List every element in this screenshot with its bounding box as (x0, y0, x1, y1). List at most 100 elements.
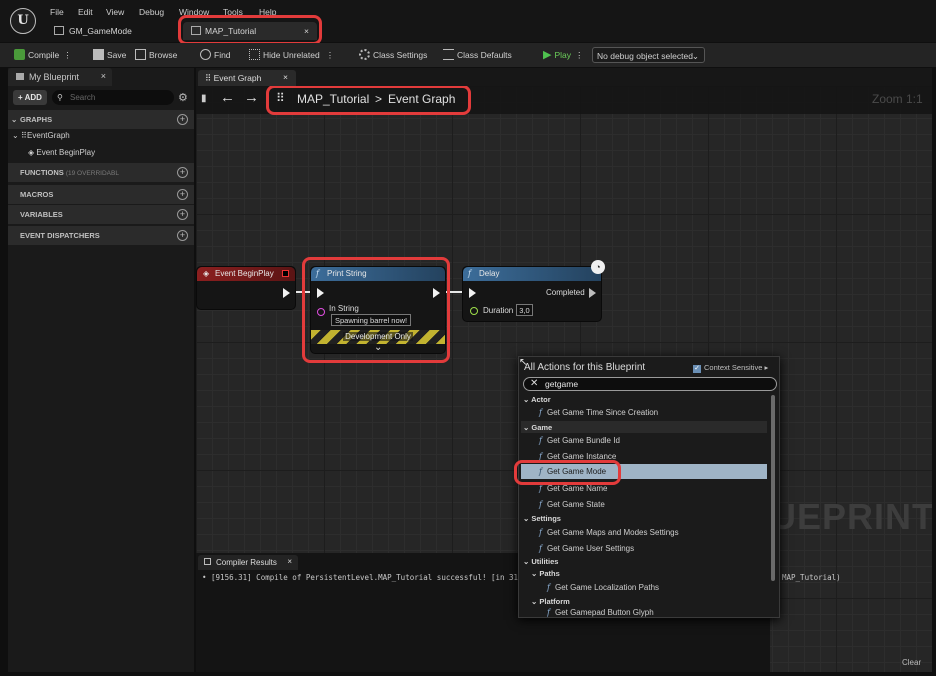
menu-help[interactable]: Help (259, 7, 276, 17)
checkbox-checked-icon[interactable]: ✓ (693, 365, 701, 373)
class-defaults-button[interactable]: Class Defaults (443, 47, 512, 63)
completed-exec-pin[interactable] (589, 288, 596, 298)
variables-label: VARIABLES (20, 210, 63, 219)
action-item[interactable]: f Get Game User Settings (539, 544, 634, 553)
group-utilities[interactable]: ⌄ Utilities (523, 557, 558, 566)
debug-object-select[interactable]: No debug object selected ⌄ (592, 47, 705, 63)
event-begin-play-item[interactable]: ◈ Event BeginPlay (28, 148, 95, 157)
menu-tools[interactable]: Tools (223, 7, 243, 17)
function-icon: f (539, 484, 542, 493)
chevron-down-icon: ⌄ (11, 115, 18, 124)
graph-tab-bar: ⠿ Event Graph × (196, 68, 932, 86)
context-sensitive-toggle[interactable]: ✓ Context Sensitive ▸ (693, 363, 768, 373)
action-item[interactable]: f Get Game Time Since Creation (539, 408, 658, 417)
hide-unrelated-button[interactable]: Hide Unrelated ⋮ (249, 47, 334, 63)
action-item[interactable]: f Get Game State (539, 500, 605, 509)
browse-button[interactable]: Browse (135, 47, 177, 63)
development-only-label: Development Only (343, 332, 413, 341)
close-tab-icon[interactable]: × (101, 71, 106, 81)
graphs-label: GRAPHS (20, 115, 53, 124)
print-string-node[interactable]: f Print String In String Spawning barrel … (310, 266, 446, 354)
menu-edit[interactable]: Edit (78, 7, 93, 17)
exec-in-pin[interactable] (469, 288, 476, 298)
find-button[interactable]: Find (200, 47, 231, 63)
search-placeholder: Search (70, 93, 96, 102)
action-search-input[interactable]: ✕ getgame (523, 377, 777, 391)
exec-out-pin[interactable] (433, 288, 440, 298)
action-item[interactable]: f Get Game Bundle Id (539, 436, 620, 445)
string-pin-icon[interactable] (317, 308, 325, 316)
group-game[interactable]: ⌄ Game (523, 423, 552, 432)
functions-section[interactable]: FUNCTIONS (19 OVERRIDABL + (8, 163, 194, 182)
group-platform[interactable]: ⌄ Platform (531, 597, 570, 606)
event-graph-tab[interactable]: ⠿ Event Graph × (198, 70, 296, 86)
event-dispatchers-section[interactable]: EVENT DISPATCHERS + (8, 226, 194, 245)
close-tab-icon[interactable]: × (287, 557, 292, 566)
function-icon: f (539, 544, 542, 553)
in-string-input[interactable]: Spawning barrel now! (331, 314, 412, 326)
function-icon: f (539, 467, 542, 476)
event-icon: ◈ (203, 269, 210, 278)
function-icon: f (547, 608, 550, 617)
action-list-scrollbar[interactable] (771, 395, 775, 581)
variables-section[interactable]: VARIABLES + (8, 205, 194, 224)
chevron-right-icon: ▸ (764, 363, 769, 372)
group-paths[interactable]: ⌄ Paths (531, 569, 560, 578)
close-tab-icon[interactable]: × (283, 72, 288, 82)
class-settings-button[interactable]: Class Settings (359, 47, 427, 63)
play-button[interactable]: ▶ Play ⋮ (543, 47, 584, 63)
unreal-logo-icon[interactable]: U (10, 8, 36, 34)
macros-section[interactable]: MACROS + (8, 185, 194, 204)
add-graph-icon[interactable]: + (177, 114, 188, 125)
action-item-selected[interactable]: f Get Game Mode (539, 467, 606, 476)
settings-gear-icon[interactable]: ⚙ (178, 91, 188, 104)
menu-file[interactable]: File (50, 7, 64, 17)
clear-button[interactable]: Clear (902, 658, 921, 667)
group-label: Actor (531, 395, 551, 404)
search-input[interactable]: ⚲ Search (52, 90, 174, 105)
action-item[interactable]: f Get Game Maps and Modes Settings (539, 528, 679, 537)
doc-tab-map-tutorial[interactable]: MAP_Tutorial × (183, 22, 317, 40)
delay-node[interactable]: f Delay ◔ Completed Duration 3,0 (462, 260, 605, 322)
compile-button[interactable]: Compile ⋮ (14, 47, 72, 63)
save-button[interactable]: Save (93, 47, 126, 63)
my-blueprint-tab-label: My Blueprint (29, 72, 80, 82)
add-dispatcher-icon[interactable]: + (177, 230, 188, 241)
function-icon: f (539, 436, 542, 445)
expand-chevron-icon[interactable]: ⌄ (374, 342, 382, 353)
exec-out-pin[interactable] (283, 288, 290, 298)
action-item[interactable]: f Get Game Localization Paths (547, 583, 659, 592)
group-settings[interactable]: ⌄ Settings (523, 514, 561, 523)
play-options-icon[interactable]: ⋮ (575, 50, 584, 60)
event-graph-item[interactable]: ⌄ ⠿ EventGraph (12, 131, 70, 140)
action-item[interactable]: f Get Game Name (539, 484, 607, 493)
add-button[interactable]: + ADD (13, 90, 47, 105)
menu-view[interactable]: View (106, 7, 124, 17)
exec-in-pin[interactable] (317, 288, 324, 298)
doc-tab-gm-gamemode[interactable]: GM_GameMode (54, 22, 164, 40)
add-macro-icon[interactable]: + (177, 189, 188, 200)
clear-search-icon[interactable]: ✕ (530, 378, 538, 390)
delegate-pin-icon[interactable] (282, 270, 289, 277)
event-graph-tab-label: Event Graph (213, 73, 262, 83)
event-begin-play-node[interactable]: ◈ Event BeginPlay (196, 266, 296, 310)
my-blueprint-tab[interactable]: My Blueprint × (8, 68, 112, 86)
duration-input[interactable]: 3,0 (516, 304, 533, 316)
group-actor[interactable]: ⌄ Actor (523, 395, 551, 404)
action-item-partial[interactable]: f Get Gamepad Button Glyph (547, 608, 654, 617)
compiler-results-tab[interactable]: Compiler Results × (198, 555, 298, 570)
function-icon: f (539, 528, 542, 537)
close-tab-icon[interactable]: × (304, 22, 309, 40)
add-function-icon[interactable]: + (177, 167, 188, 178)
menu-window[interactable]: Window (179, 7, 209, 17)
add-variable-icon[interactable]: + (177, 209, 188, 220)
menu-debug[interactable]: Debug (139, 7, 164, 17)
float-pin-icon[interactable] (470, 307, 478, 315)
compile-label: Compile (28, 50, 60, 60)
chevron-down-icon[interactable]: ⋮ (63, 50, 72, 60)
action-item[interactable]: f Get Game Instance (539, 452, 616, 461)
group-game-row (521, 421, 767, 433)
doc-tab-label: MAP_Tutorial (205, 26, 257, 36)
options-icon[interactable]: ⋮ (326, 50, 335, 60)
graphs-section[interactable]: ⌄ GRAPHS + (8, 110, 194, 129)
